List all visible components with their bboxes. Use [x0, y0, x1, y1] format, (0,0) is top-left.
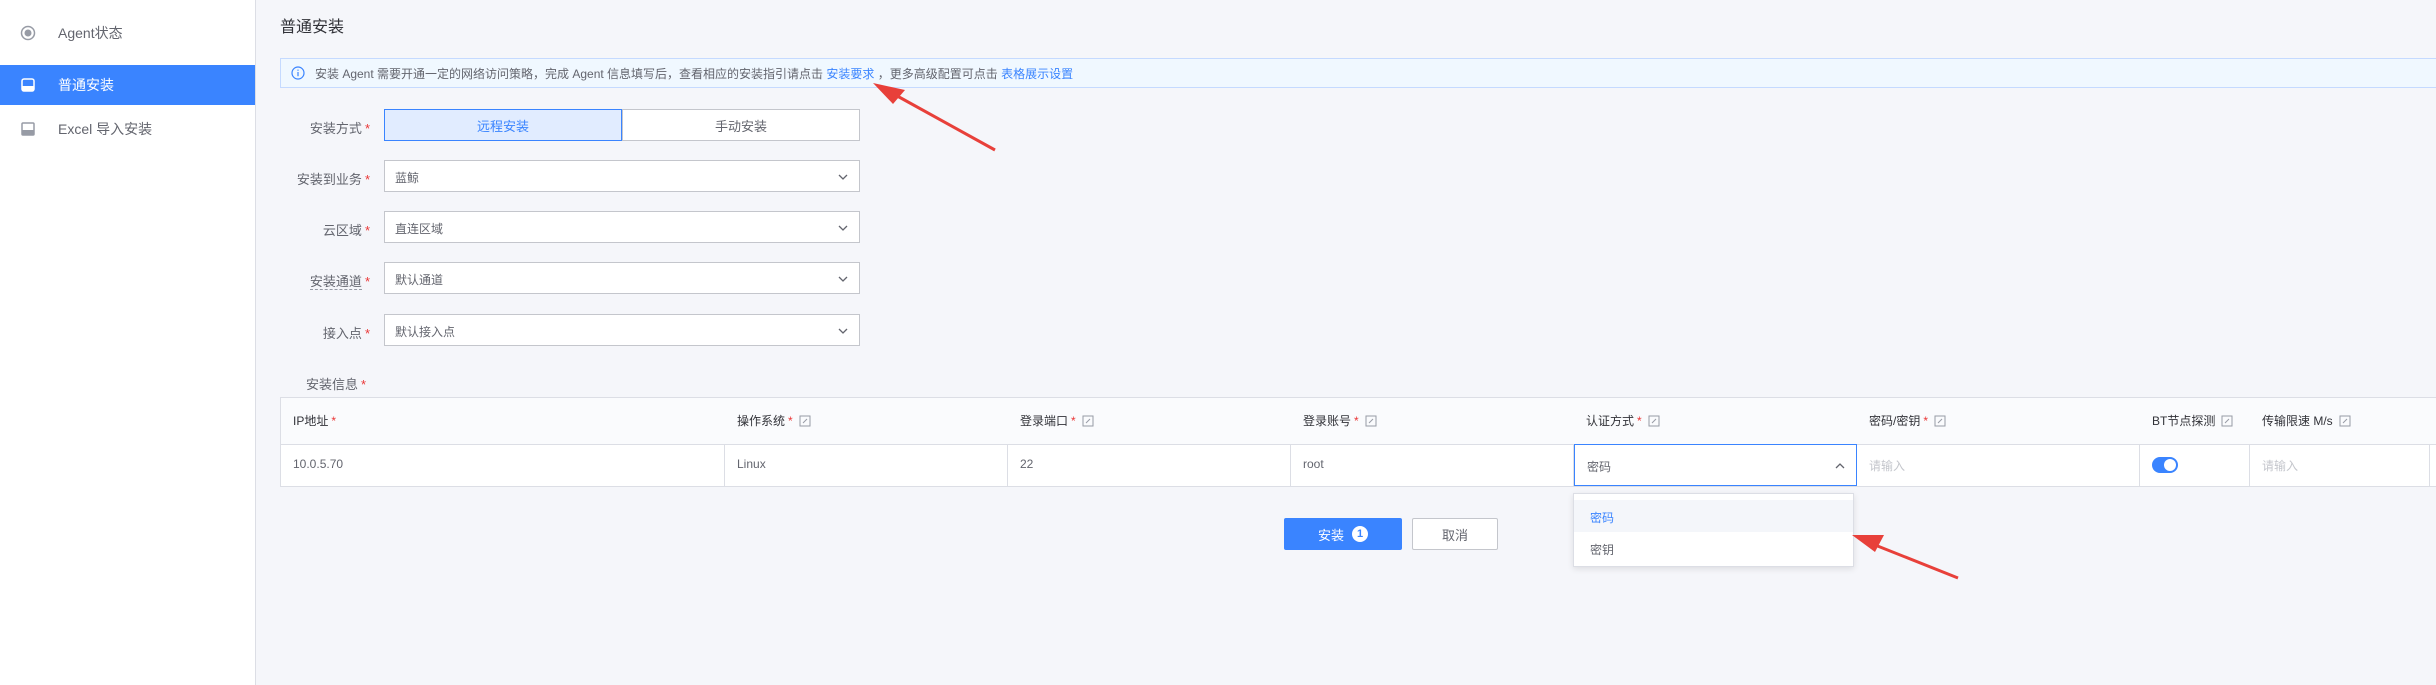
cell-port[interactable]: 22 [1008, 444, 1291, 486]
chevron-down-icon [838, 225, 848, 231]
cell-ip[interactable]: 10.0.5.70 [281, 444, 725, 486]
cell-account[interactable]: root [1291, 444, 1574, 486]
install-icon [21, 78, 35, 92]
auth-method-dropdown: 密码 密钥 [1573, 493, 1854, 567]
excel-icon [21, 122, 35, 136]
chevron-down-icon [838, 276, 848, 282]
batch-edit-icon[interactable] [1082, 415, 1094, 427]
table-row: 10.0.5.70 Linux 22 root 密码 请输入 请输入 [281, 444, 2436, 486]
bt-detect-toggle[interactable] [2152, 457, 2178, 473]
access-point-select[interactable]: 默认接入点 [384, 314, 860, 346]
batch-edit-icon[interactable] [1934, 415, 1946, 427]
sidebar-item-excel-import[interactable]: Excel 导入安装 [0, 109, 255, 149]
chevron-up-icon [1835, 463, 1845, 469]
install-requirements-link[interactable]: 安装要求 [826, 67, 874, 81]
dropdown-option-password[interactable]: 密码 [1574, 500, 1853, 532]
install-method-row: 安装方式 * 远程安装 手动安装 [256, 109, 2436, 143]
cancel-button[interactable]: 取消 [1412, 518, 1498, 550]
info-alert: 安装 Agent 需要开通一定的网络访问策略，完成 Agent 信息填写后，查看… [280, 58, 2436, 88]
chevron-down-icon [838, 174, 848, 180]
sidebar-item-agent-status[interactable]: Agent状态 [0, 13, 255, 53]
install-button[interactable]: 安装 1 [1284, 518, 1402, 550]
table-header: IP地址 * 操作系统 * 登录端口 * 登录账号 * 认证方式 * 密码/密钥 * BT节… [281, 398, 2436, 445]
install-info-table: IP地址 * 操作系统 * 登录端口 * 登录账号 * 认证方式 * 密码/密钥 * BT节… [280, 397, 2436, 487]
sidebar-item-normal-install[interactable]: 普通安装 [0, 65, 255, 105]
biz-select-value: 蓝鲸 [395, 171, 420, 185]
alert-text-mid: ，更多高级配置可点击 [877, 67, 998, 81]
dropdown-option-key[interactable]: 密钥 [1574, 532, 1853, 564]
bt-toggle-cell [2140, 444, 2250, 486]
th-os: 操作系统 * [725, 398, 1008, 444]
batch-edit-icon[interactable] [2339, 415, 2351, 427]
sidebar-item-label: 普通安装 [58, 77, 114, 93]
password-input[interactable]: 请输入 [1857, 444, 2140, 486]
th-password: 密码/密钥 * [1857, 398, 2140, 444]
biz-label: 安装到业务 * [296, 172, 370, 187]
access-point-label: 接入点 * [322, 326, 370, 341]
cell-os[interactable]: Linux [725, 444, 1008, 486]
th-ip: IP地址 * [293, 414, 337, 428]
table-display-settings-link[interactable]: 表格展示设置 [1001, 67, 1073, 81]
chevron-down-icon [838, 328, 848, 334]
manual-install-option[interactable]: 手动安装 [622, 109, 860, 141]
sidebar-item-label: Excel 导入安装 [58, 121, 153, 137]
page-title: 普通安装 [280, 19, 345, 36]
main-content: 普通安装 安装 Agent 需要开通一定的网络访问策略，完成 Agent 信息填… [256, 0, 2436, 685]
th-auth: 认证方式 * [1574, 398, 1857, 444]
cloud-row: 云区域 * 直连区域 [256, 211, 2436, 245]
biz-select[interactable]: 蓝鲸 [384, 160, 860, 192]
sidebar-item-label: Agent状态 [58, 25, 123, 41]
speed-input[interactable]: 请输入 [2250, 444, 2430, 486]
access-point-row: 接入点 * 默认接入点 [256, 314, 2436, 348]
status-icon [20, 25, 36, 41]
alert-text-before: 安装 Agent 需要开通一定的网络访问策略，完成 Agent 信息填写后，查看… [315, 67, 824, 81]
info-icon [291, 66, 305, 80]
biz-row: 安装到业务 * 蓝鲸 [256, 160, 2436, 194]
th-speed: 传输限速 M/s [2250, 398, 2430, 444]
th-account: 登录账号 * [1291, 398, 1574, 444]
install-count-badge: 1 [1352, 526, 1368, 542]
batch-edit-icon[interactable] [1365, 415, 1377, 427]
cloud-label: 云区域 * [322, 223, 370, 238]
install-method-label: 安装方式 * [309, 121, 370, 136]
install-info-label: 安装信息 * [306, 377, 367, 392]
install-method-group: 远程安装 手动安装 [384, 109, 860, 141]
channel-row: 安装通道 * 默认通道 [256, 262, 2436, 296]
auth-method-select[interactable]: 密码 [1574, 444, 1857, 486]
access-point-select-value: 默认接入点 [395, 325, 456, 339]
channel-select-value: 默认通道 [395, 273, 444, 287]
th-port: 登录端口 * [1008, 398, 1291, 444]
batch-edit-icon[interactable] [1648, 415, 1660, 427]
remote-install-option[interactable]: 远程安装 [384, 109, 622, 141]
th-bt: BT节点探测 [2140, 398, 2250, 444]
cloud-select[interactable]: 直连区域 [384, 211, 860, 243]
channel-select[interactable]: 默认通道 [384, 262, 860, 294]
channel-label: 安装通道 * [309, 274, 370, 290]
alert-text: 安装 Agent 需要开通一定的网络访问策略，完成 Agent 信息填写后，查看… [315, 67, 1073, 81]
batch-edit-icon[interactable] [799, 415, 811, 427]
batch-edit-icon[interactable] [2221, 415, 2233, 427]
sidebar: Agent状态 普通安装 Excel 导入安装 [0, 0, 256, 685]
cloud-select-value: 直连区域 [395, 222, 444, 236]
